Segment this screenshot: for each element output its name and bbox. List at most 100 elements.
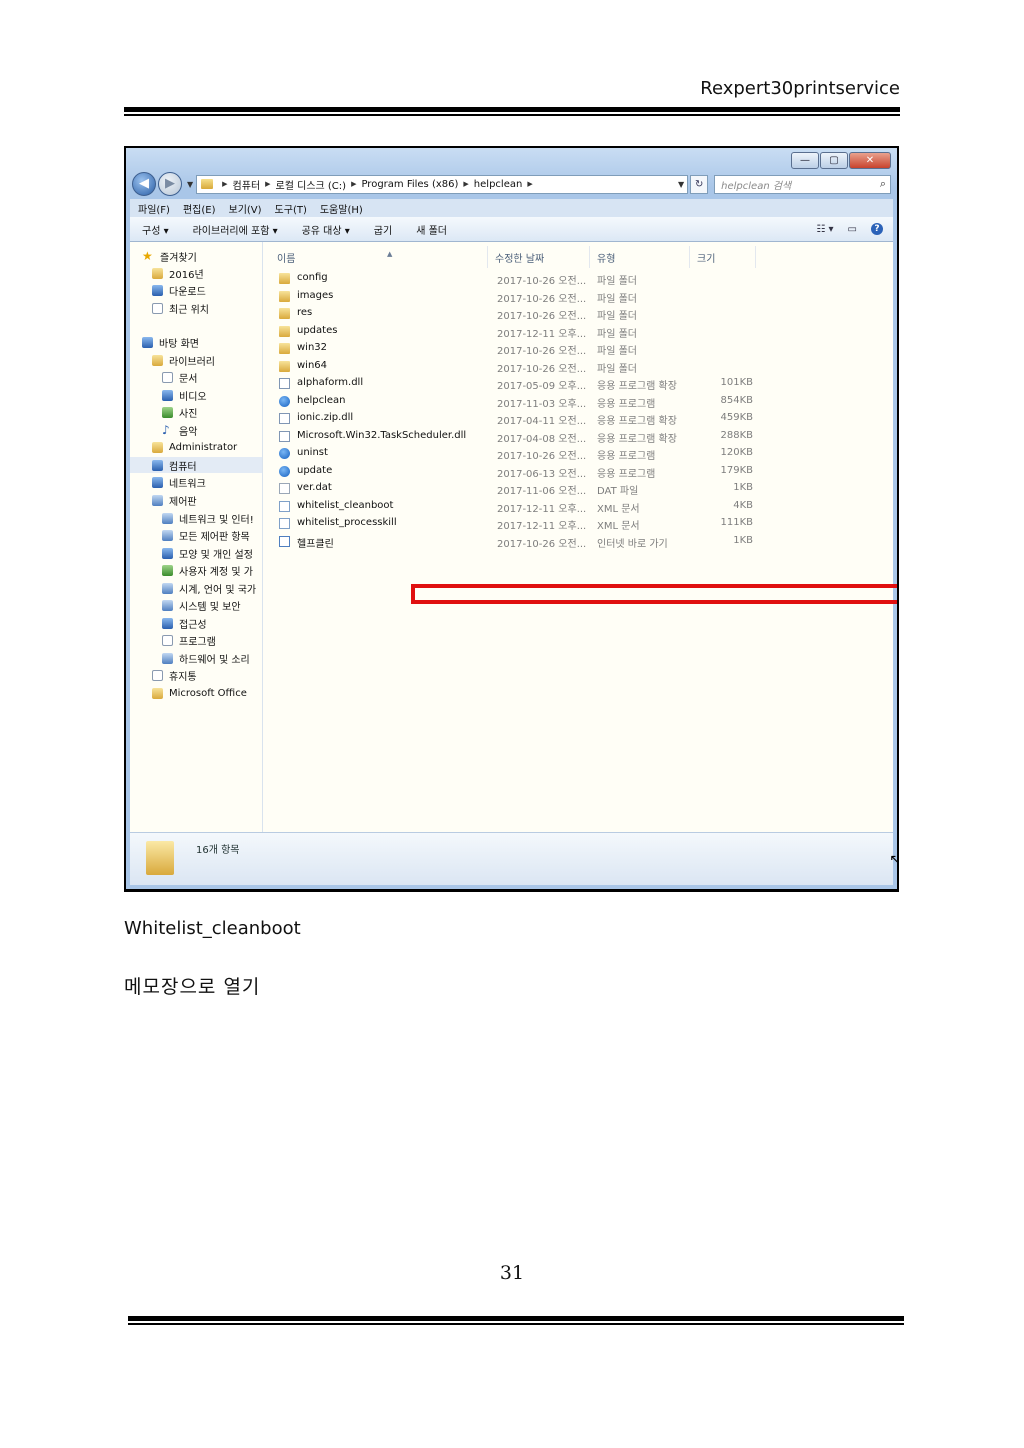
chevron-right-icon[interactable]: ▶ [351,180,356,188]
file-row[interactable]: win64 2017-10-26 오전... 파일 폴더 [273,358,893,375]
column-header-size[interactable]: 크기 [697,250,715,268]
preview-pane-icon[interactable]: ▭ [848,224,857,235]
menu-help[interactable]: 도움말(H) [320,201,363,216]
file-row[interactable]: win32 2017-10-26 오전... 파일 폴더 [273,340,893,357]
file-row[interactable]: updates 2017-12-11 오후... 파일 폴더 [273,323,893,340]
chevron-right-icon[interactable]: ▶ [222,180,227,188]
chevron-right-icon[interactable]: ▶ [527,180,532,188]
address-dropdown-icon[interactable]: ▼ [678,180,684,189]
caption-filename: Whitelist_cleanboot [124,918,301,939]
menu-view[interactable]: 보기(V) [229,201,262,216]
share-with-button[interactable]: 공유 대상 ▾ [302,222,350,237]
file-row[interactable]: 헬프클린 2017-10-26 오전... 인터넷 바로 가기 1KB [273,533,893,550]
library-icon [152,354,163,366]
file-row[interactable]: whitelist_processkill 2017-12-11 오후... XML… [273,515,893,532]
new-folder-button[interactable]: 새 폴더 [416,222,447,237]
user-folder-icon [152,441,163,453]
nav-desktop[interactable]: 바탕 화면 [142,334,199,350]
back-button[interactable]: ◀ [132,172,156,196]
nav-cp-appearance[interactable]: 모양 및 개인 설정 [162,545,253,561]
include-in-library-button[interactable]: 라이브러리에 포함 ▾ [193,222,278,237]
nav-cp-accessibility[interactable]: 접근성 [162,615,207,631]
nav-item-videos[interactable]: 비디오 [162,387,207,403]
maximize-button[interactable]: ▢ [820,152,848,169]
column-header-type[interactable]: 유형 [597,250,615,268]
nav-item-downloads[interactable]: 다운로드 [152,282,206,298]
file-row[interactable]: ionic.zip.dll 2017-04-11 오전... 응용 프로그램 확장 4… [273,410,893,427]
nav-computer[interactable]: 컴퓨터 [130,457,262,473]
file-row[interactable]: whitelist_cleanboot 2017-12-11 오후... XML 문… [273,498,893,515]
nav-administrator[interactable]: Administrator [152,439,237,455]
nav-libraries[interactable]: 라이브러리 [152,352,215,368]
nav-item-pictures[interactable]: 사진 [162,404,197,420]
nav-label: Administrator [169,441,238,453]
forward-button[interactable]: ▶ [158,172,182,196]
file-date: 2017-06-13 오전... [497,468,587,480]
burn-button[interactable]: 굽기 [374,222,392,237]
nav-cp-all-items[interactable]: 모든 제어판 항목 [162,527,250,543]
nav-label: 모든 제어판 항목 [179,531,250,543]
file-name: config [297,272,328,283]
nav-item-music[interactable]: ♪ 음악 [162,422,197,438]
chevron-right-icon[interactable]: ▶ [265,180,270,188]
search-input[interactable]: helpclean 검색 ⌕ [714,174,891,194]
nav-label: 즐겨찾기 [160,252,197,264]
file-row[interactable]: res 2017-10-26 오전... 파일 폴더 [273,305,893,322]
breadcrumb-helpclean[interactable]: helpclean [474,179,523,190]
history-dropdown-icon[interactable]: ▼ [187,180,193,189]
file-row[interactable]: uninst 2017-10-26 오전... 응용 프로그램 120KB [273,445,893,462]
minimize-button[interactable]: — [791,152,819,169]
file-row[interactable]: config 2017-10-26 오전... 파일 폴더 [273,270,893,287]
file-size: 120KB [720,447,753,458]
view-options-icon[interactable]: ☷ ▾ [816,224,833,235]
address-bar[interactable]: ▶ 컴퓨터 ▶ 로컬 디스크 (C:) ▶ Program Files (x86… [196,174,689,194]
file-row[interactable]: alphaform.dll 2017-05-09 오후... 응용 프로그램 확장 1… [273,375,893,392]
nav-microsoft-office[interactable]: Microsoft Office [152,685,247,701]
network-icon [152,476,163,488]
file-row[interactable]: Microsoft.Win32.TaskScheduler.dll 2017-04… [273,428,893,445]
menu-edit[interactable]: 편집(E) [183,201,216,216]
file-date: 2017-10-26 오전... [497,311,587,322]
file-type: XML 문서 [597,521,640,532]
menu-file[interactable]: 파일(F) [138,201,170,216]
file-type: 파일 폴더 [597,328,637,340]
nav-favorites[interactable]: ★ 즐겨찾기 [142,248,197,264]
close-button[interactable]: ✕ [849,152,891,169]
nav-cp-programs[interactable]: 프로그램 [162,632,216,648]
nav-cp-network[interactable]: 네트워크 및 인터! [162,510,254,526]
file-row[interactable]: helpclean 2017-11-03 오후... 응용 프로그램 854KB [273,393,893,410]
breadcrumb-program-files[interactable]: Program Files (x86) [361,179,458,190]
breadcrumb-local-disk[interactable]: 로컬 디스크 (C:) [276,177,347,192]
nav-item-recent[interactable]: 최근 위치 [152,300,209,316]
refresh-button[interactable]: ↻ [690,174,709,194]
nav-item-documents[interactable]: 문서 [162,369,197,385]
search-icon[interactable]: ⌕ [880,177,886,191]
nav-control-panel[interactable]: 제어판 [152,492,197,508]
nav-label: 제어판 [169,496,197,508]
control-panel-icon [162,529,173,541]
nav-cp-user-accounts[interactable]: 사용자 계정 및 가 [162,562,253,578]
file-type: 파일 폴더 [597,346,637,357]
chevron-right-icon[interactable]: ▶ [463,180,468,188]
column-divider[interactable] [589,246,590,268]
nav-cp-hardware[interactable]: 하드웨어 및 소리 [162,650,250,666]
file-row[interactable]: images 2017-10-26 오전... 파일 폴더 [273,288,893,305]
file-row[interactable]: update 2017-06-13 오전... 응용 프로그램 179KB [273,463,893,480]
breadcrumb-computer[interactable]: 컴퓨터 [233,177,261,192]
menu-tools[interactable]: 도구(T) [275,201,307,216]
column-divider[interactable] [689,246,690,268]
nav-item-2016[interactable]: 2016년 [152,265,204,281]
file-row[interactable]: ver.dat 2017-11-06 오전... DAT 파일 1KB [273,480,893,497]
nav-cp-clock[interactable]: 시계, 언어 및 국가 [162,580,256,596]
help-icon[interactable]: ? [871,223,883,235]
nav-cp-system[interactable]: 시스템 및 보안 [162,597,241,613]
organize-button[interactable]: 구성 ▾ [142,222,169,237]
column-header-date[interactable]: 수정한 날짜 [495,250,544,268]
nav-recycle-bin[interactable]: 휴지통 [152,667,197,683]
column-header-label: 이름 [277,254,296,265]
column-header-name[interactable]: 이름 ▲ [277,250,392,268]
column-divider[interactable] [487,246,488,268]
nav-network[interactable]: 네트워크 [152,474,206,490]
file-size: 101KB [720,377,753,388]
column-divider[interactable] [755,246,756,268]
